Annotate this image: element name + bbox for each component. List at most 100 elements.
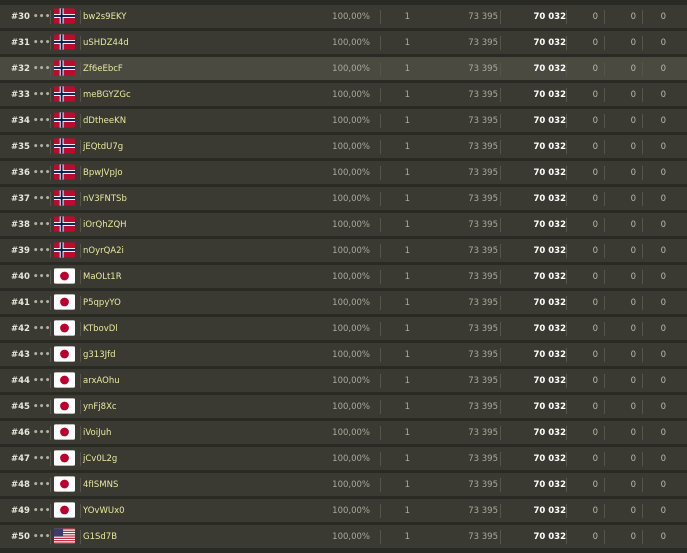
stat-cell-2: 0 — [630, 428, 636, 438]
column-divider — [500, 426, 501, 440]
more-options-icon[interactable]: ••• — [33, 239, 50, 263]
more-options-icon[interactable]: ••• — [33, 369, 50, 393]
table-row[interactable]: #37 nV3FNTSb 100,00% 1 73 395 70 032 0 0 0 ••• — [0, 187, 687, 211]
more-options-icon[interactable]: ••• — [33, 135, 50, 159]
player-name-link[interactable]: iOrQhZQH — [83, 213, 193, 237]
more-options-icon[interactable]: ••• — [33, 5, 50, 29]
player-name-link[interactable]: uSHDZ44d — [83, 31, 193, 55]
table-row[interactable]: #43 g313Jfd 100,00% 1 73 395 70 032 0 0 0 ••• — [0, 343, 687, 367]
more-options-icon[interactable]: ••• — [33, 57, 50, 81]
more-options-icon[interactable]: ••• — [33, 317, 50, 341]
more-options-icon[interactable]: ••• — [33, 525, 50, 549]
table-row[interactable]: #38 iOrQhZQH 100,00% 1 73 395 70 032 0 0 0 ••• — [0, 213, 687, 237]
stat-cell-3: 0 — [660, 194, 666, 204]
player-name-link[interactable]: 4fISMNS — [83, 473, 193, 497]
player-name-link[interactable]: iVoiJuh — [83, 421, 193, 445]
column-divider — [50, 36, 51, 50]
score-cell: 70 032 — [533, 324, 566, 334]
player-name-link[interactable]: nV3FNTSb — [83, 187, 193, 211]
column-divider — [380, 140, 381, 154]
table-row[interactable]: #30 bw2s9EKY 100,00% 1 73 395 70 032 0 0 0 ••• — [0, 5, 687, 29]
table-row[interactable]: #45 ynFj8Xc 100,00% 1 73 395 70 032 0 0 0 ••• — [0, 395, 687, 419]
column-divider — [50, 62, 51, 76]
japan-flag-icon — [54, 502, 75, 518]
count-cell: 1 — [404, 428, 410, 438]
table-row[interactable]: #49 YOvWUx0 100,00% 1 73 395 70 032 0 0 0 ••• — [0, 499, 687, 523]
more-options-icon[interactable]: ••• — [33, 161, 50, 185]
stat-cell-2: 0 — [630, 350, 636, 360]
player-name-link[interactable]: KTbovDl — [83, 317, 193, 341]
stat-cell-2: 0 — [630, 194, 636, 204]
table-row[interactable]: #44 arxAOhu 100,00% 1 73 395 70 032 0 0 0 ••• — [0, 369, 687, 393]
column-divider — [500, 296, 501, 310]
column-divider — [642, 270, 643, 284]
column-divider — [80, 296, 81, 310]
column-divider — [50, 400, 51, 414]
column-divider — [80, 192, 81, 206]
more-options-icon[interactable]: ••• — [33, 187, 50, 211]
column-divider — [500, 478, 501, 492]
table-row[interactable]: #35 jEQtdU7g 100,00% 1 73 395 70 032 0 0 0 ••• — [0, 135, 687, 159]
table-row[interactable]: #33 meBGYZGc 100,00% 1 73 395 70 032 0 0 0 ••• — [0, 83, 687, 107]
player-name-link[interactable]: jCv0L2g — [83, 447, 193, 471]
column-divider — [80, 322, 81, 336]
more-options-icon[interactable]: ••• — [33, 499, 50, 523]
player-name-link[interactable]: bw2s9EKY — [83, 5, 193, 29]
more-options-icon[interactable]: ••• — [33, 421, 50, 445]
points-cell: 73 395 — [468, 142, 498, 152]
table-row[interactable]: #39 nOyrQA2i 100,00% 1 73 395 70 032 0 0 0 ••• — [0, 239, 687, 263]
stat-cell-1: 0 — [592, 272, 598, 282]
player-name-link[interactable]: BpwJVpJo — [83, 161, 193, 185]
more-options-icon[interactable]: ••• — [33, 265, 50, 289]
more-options-icon[interactable]: ••• — [33, 31, 50, 55]
table-row[interactable]: #34 dDtheeKN 100,00% 1 73 395 70 032 0 0 0 ••• — [0, 109, 687, 133]
score-cell: 70 032 — [533, 454, 566, 464]
table-row[interactable]: #42 KTbovDl 100,00% 1 73 395 70 032 0 0 0 ••• — [0, 317, 687, 341]
more-options-icon[interactable]: ••• — [33, 473, 50, 497]
column-divider — [604, 88, 605, 102]
player-name-link[interactable]: jEQtdU7g — [83, 135, 193, 159]
player-name-link[interactable]: P5qpyYO — [83, 291, 193, 315]
table-row[interactable]: #36 BpwJVpJo 100,00% 1 73 395 70 032 0 0 0 ••• — [0, 161, 687, 185]
table-row[interactable]: #41 P5qpyYO 100,00% 1 73 395 70 032 0 0 0 ••• — [0, 291, 687, 315]
player-name-link[interactable]: ynFj8Xc — [83, 395, 193, 419]
more-options-icon[interactable]: ••• — [33, 343, 50, 367]
column-divider — [50, 530, 51, 544]
player-name-link[interactable]: Zf6eEbcF — [83, 57, 193, 81]
more-options-icon[interactable]: ••• — [33, 109, 50, 133]
player-name-link[interactable]: g313Jfd — [83, 343, 193, 367]
table-row[interactable]: #47 jCv0L2g 100,00% 1 73 395 70 032 0 0 0 ••• — [0, 447, 687, 471]
player-name-link[interactable]: dDtheeKN — [83, 109, 193, 133]
stat-cell-2: 0 — [630, 272, 636, 282]
stat-cell-1: 0 — [592, 246, 598, 256]
more-options-icon[interactable]: ••• — [33, 447, 50, 471]
column-divider — [604, 218, 605, 232]
percent-cell: 100,00% — [332, 90, 370, 100]
score-cell: 70 032 — [533, 142, 566, 152]
points-cell: 73 395 — [468, 324, 498, 334]
column-divider — [80, 426, 81, 440]
player-name-link[interactable]: nOyrQA2i — [83, 239, 193, 263]
table-row[interactable]: #40 MaOLt1R 100,00% 1 73 395 70 032 0 0 0 ••• — [0, 265, 687, 289]
player-name-link[interactable]: meBGYZGc — [83, 83, 193, 107]
score-cell: 70 032 — [533, 246, 566, 256]
more-options-icon[interactable]: ••• — [33, 291, 50, 315]
player-name-link[interactable]: G1Sd7B — [83, 525, 193, 549]
player-name-link[interactable]: arxAOhu — [83, 369, 193, 393]
table-row[interactable]: #50 G1Sd7B 100,00% 1 73 395 70 032 0 0 0 ••• — [0, 525, 687, 549]
more-options-icon[interactable]: ••• — [33, 395, 50, 419]
more-options-icon[interactable]: ••• — [33, 83, 50, 107]
column-divider — [380, 218, 381, 232]
table-row[interactable]: #48 4fISMNS 100,00% 1 73 395 70 032 0 0 0 ••• — [0, 473, 687, 497]
table-row[interactable]: #32 Zf6eEbcF 100,00% 1 73 395 70 032 0 0 0 ••• — [0, 57, 687, 81]
player-name-link[interactable]: MaOLt1R — [83, 265, 193, 289]
column-divider — [642, 218, 643, 232]
percent-cell: 100,00% — [332, 64, 370, 74]
player-name-link[interactable]: YOvWUx0 — [83, 499, 193, 523]
column-divider — [80, 140, 81, 154]
column-divider — [380, 88, 381, 102]
table-row[interactable]: #31 uSHDZ44d 100,00% 1 73 395 70 032 0 0 0 ••• — [0, 31, 687, 55]
percent-cell: 100,00% — [332, 402, 370, 412]
table-row[interactable]: #46 iVoiJuh 100,00% 1 73 395 70 032 0 0 0 ••• — [0, 421, 687, 445]
more-options-icon[interactable]: ••• — [33, 213, 50, 237]
